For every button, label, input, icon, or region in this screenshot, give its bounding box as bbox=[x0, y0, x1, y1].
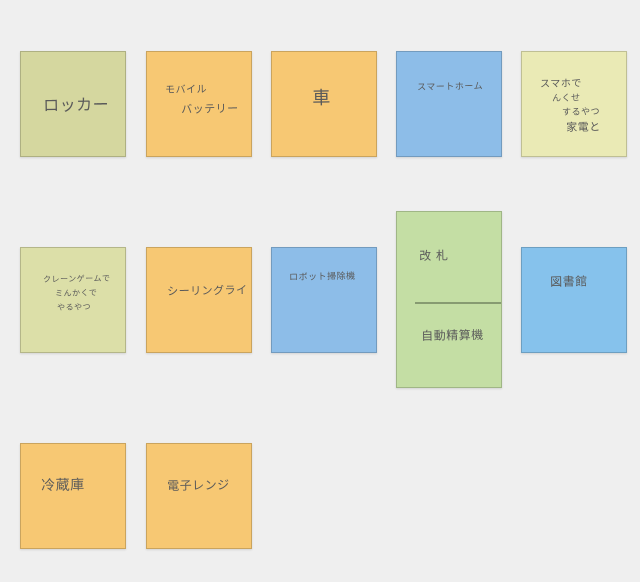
sticky-note-board: ロッカー モバイル バッテリー 車 スマートホーム スマホで んくせ するやつ … bbox=[0, 0, 640, 582]
note-text: 改 札 bbox=[419, 248, 449, 263]
sticky-note-car[interactable]: 車 bbox=[271, 51, 377, 157]
note-divider bbox=[415, 302, 501, 304]
sticky-note-robot-vacuum[interactable]: ロボット掃除機 bbox=[271, 247, 377, 353]
sticky-note-smartphone-appliance[interactable]: スマホで んくせ するやつ 家電と bbox=[521, 51, 627, 157]
note-text: やるやつ bbox=[57, 302, 92, 312]
note-text: ロッカー bbox=[43, 94, 110, 115]
sticky-note-ceiling-light[interactable]: シーリングライト bbox=[146, 247, 252, 353]
note-text: スマホで bbox=[540, 78, 582, 90]
sticky-note-locker[interactable]: ロッカー bbox=[20, 51, 126, 157]
note-text: クレーンゲームで bbox=[43, 273, 111, 284]
note-text: 電子レンジ bbox=[167, 477, 230, 493]
note-text: シーリングライト bbox=[167, 283, 252, 298]
note-text: 自動精算機 bbox=[421, 327, 484, 343]
note-text: するやつ bbox=[562, 107, 601, 118]
sticky-note-microwave[interactable]: 電子レンジ bbox=[146, 443, 252, 549]
sticky-note-crane-game[interactable]: クレーンゲームで ミんかくで やるやつ bbox=[20, 247, 126, 353]
note-text: ミんかくで bbox=[55, 288, 98, 298]
note-text: モバイル bbox=[165, 84, 208, 96]
note-text: スマートホーム bbox=[417, 81, 484, 93]
note-text: 車 bbox=[312, 87, 331, 109]
sticky-note-mobile-battery[interactable]: モバイル バッテリー bbox=[146, 51, 252, 157]
sticky-note-fare-machine[interactable]: 改 札 自動精算機 bbox=[396, 211, 502, 388]
sticky-note-library[interactable]: 図書館 bbox=[521, 247, 627, 353]
sticky-note-refrigerator[interactable]: 冷蔵庫 bbox=[20, 443, 126, 549]
note-text: 家電と bbox=[566, 120, 601, 134]
note-text: 図書館 bbox=[550, 274, 588, 289]
note-text: ロボット掃除機 bbox=[289, 271, 356, 283]
sticky-note-smart-home[interactable]: スマートホーム bbox=[396, 51, 502, 157]
note-text: んくせ bbox=[552, 93, 581, 104]
note-text: 冷蔵庫 bbox=[41, 477, 85, 494]
note-text: バッテリー bbox=[181, 101, 239, 116]
